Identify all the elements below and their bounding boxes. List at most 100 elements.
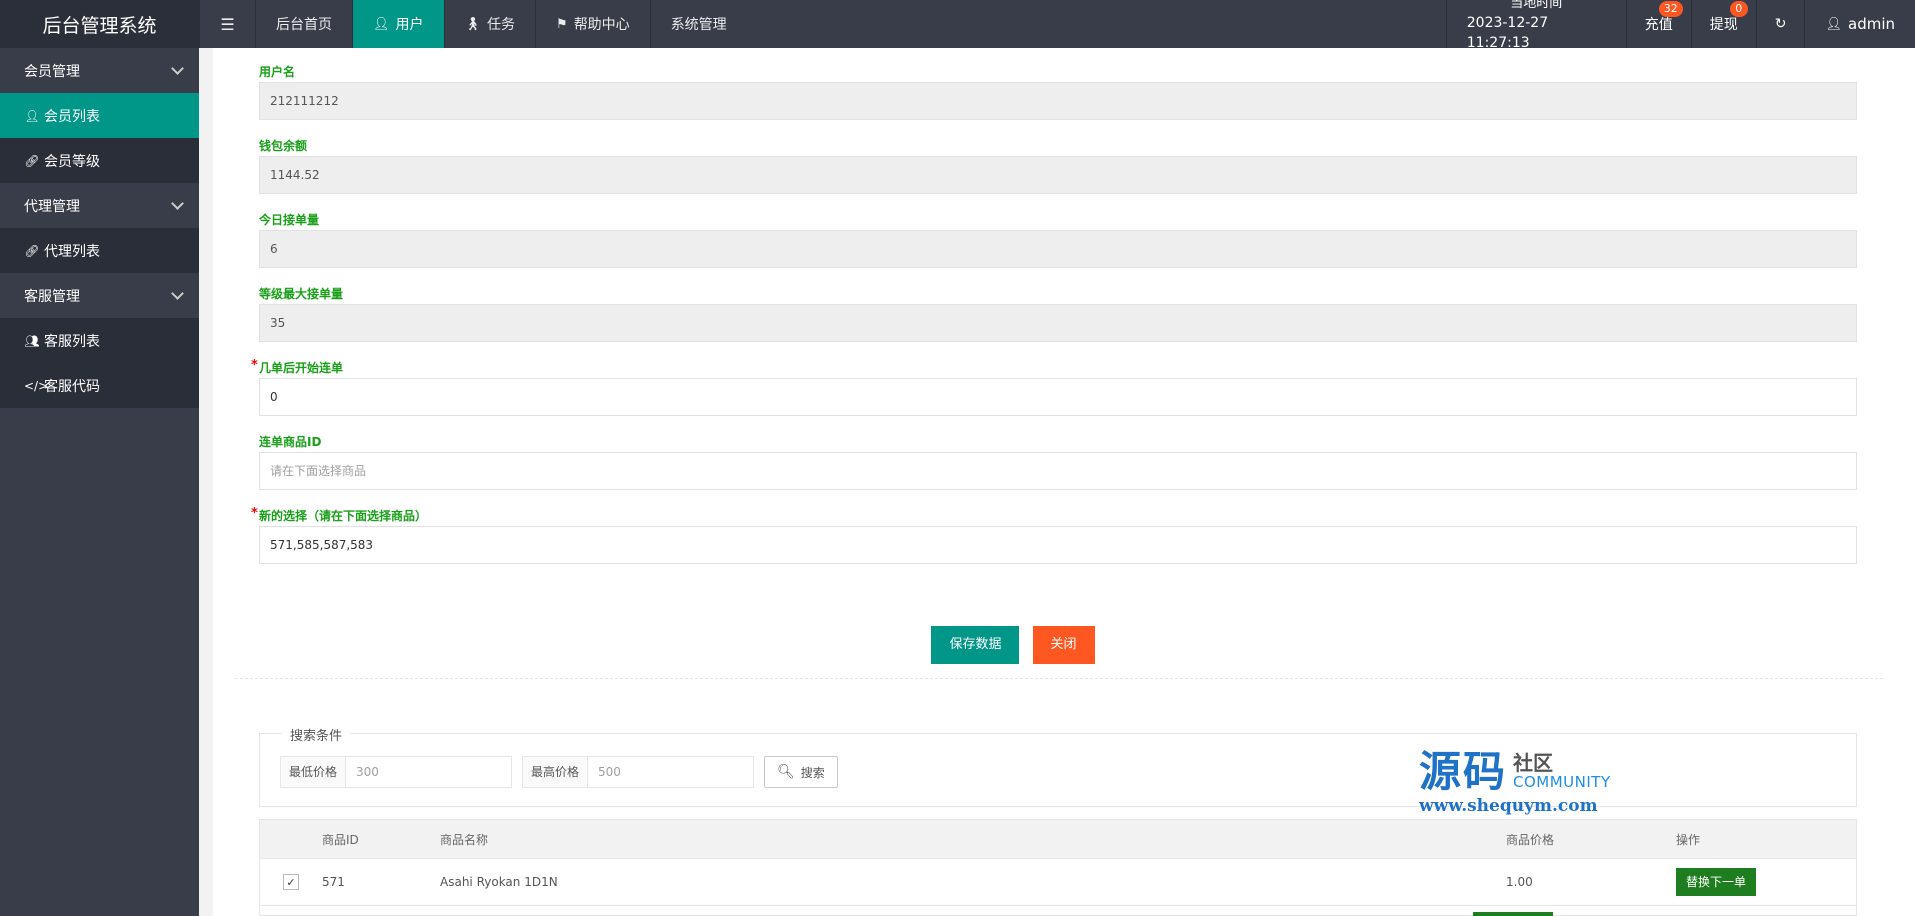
app-title: 后台管理系统 <box>0 0 199 48</box>
replace-next-button[interactable] <box>1473 912 1553 916</box>
nav-help[interactable]: ⚑ 帮助中心 <box>535 0 650 48</box>
sidebar-toggle-button[interactable]: ☰ <box>199 0 255 48</box>
today-orders-input[interactable] <box>259 230 1857 268</box>
search-icon: 🔍︎ <box>777 764 795 780</box>
table-row: ✓ 571 Asahi Ryokan 1D1N 1.00 替换下一单 <box>260 858 1856 905</box>
watermark-side: 社区 COMMUNITY <box>1513 752 1611 790</box>
field-start-after: 几单后开始连单 <box>259 358 1859 416</box>
link-icon: 🔗︎ <box>24 153 40 168</box>
max-orders-input[interactable] <box>259 304 1857 342</box>
field-new-choice: 新的选择（请在下面选择商品） <box>259 506 1859 564</box>
sidebar-item-member-level[interactable]: 🔗︎ 会员等级 <box>0 138 199 183</box>
header-price: 商品价格 <box>1506 832 1555 847</box>
search-legend: 搜索条件 <box>282 725 351 744</box>
nav-home[interactable]: 后台首页 <box>255 0 352 48</box>
save-button[interactable]: 保存数据 <box>931 626 1020 664</box>
sidebar-item-label: 会员列表 <box>44 108 100 125</box>
new-choice-input[interactable] <box>259 526 1857 564</box>
sidebar-group-service[interactable]: 客服管理 <box>0 273 199 318</box>
min-price-field: 最低价格 <box>280 756 512 788</box>
user-edit-form: 用户名 钱包余额 今日接单量 等级最大接单量 几单后开始连单 连单商品ID 新的… <box>259 62 1859 580</box>
chevron-down-icon <box>171 62 184 75</box>
watermark-side-cn: 社区 <box>1513 751 1554 775</box>
chevron-down-icon <box>171 197 184 210</box>
field-username: 用户名 <box>259 62 1859 120</box>
local-time-label: 当地时间 <box>1510 0 1563 11</box>
field-today-orders: 今日接单量 <box>259 210 1859 268</box>
field-product-id: 连单商品ID <box>259 432 1859 490</box>
row-id: 571 <box>322 875 345 889</box>
refresh-button[interactable]: ↻ <box>1755 0 1805 48</box>
row-checkbox[interactable]: ✓ <box>283 874 299 890</box>
sidebar-item-label: 客服列表 <box>44 333 100 350</box>
divider <box>235 678 1883 679</box>
nav-system-label: 系统管理 <box>670 17 727 33</box>
product-id-input[interactable] <box>259 452 1857 490</box>
nav-task-label: 任务 <box>487 17 516 33</box>
header-right: 当地时间 2023-12-27 11:27:13 充值 32 提现 0 ↻ 👤︎… <box>1445 0 1915 51</box>
sidebar-group-member[interactable]: 会员管理 <box>0 48 199 93</box>
header-op: 操作 <box>1676 832 1701 847</box>
admin-label: admin <box>1848 15 1895 33</box>
field-label: 连单商品ID <box>259 435 322 449</box>
watermark-side-en: COMMUNITY <box>1513 773 1611 791</box>
username-input[interactable] <box>259 82 1857 120</box>
nav-user[interactable]: 👤︎ 用户 <box>352 0 444 48</box>
max-price-input[interactable] <box>588 757 753 787</box>
nav-home-label: 后台首页 <box>276 17 332 33</box>
search-button[interactable]: 🔍︎ 搜索 <box>764 756 838 788</box>
sidebar-item-service-list[interactable]: 👥︎ 客服列表 <box>0 318 199 363</box>
sidebar-group-label: 代理管理 <box>24 198 80 215</box>
sidebar-group-label: 客服管理 <box>24 288 80 305</box>
watermark-top: 源码 社区 COMMUNITY <box>1419 750 1619 794</box>
sidebar-item-member-list[interactable]: 👤︎ 会员列表 <box>0 93 199 138</box>
top-header: 后台管理系统 ☰ 后台首页 👤︎ 用户 🚶︎ 任务 ⚑ 帮助中心 系统管理 当地… <box>0 0 1915 51</box>
watermark-url: www.shequym.com <box>1419 796 1598 816</box>
search-row: 最低价格 最高价格 🔍︎ 搜索 <box>280 756 838 788</box>
sidebar-group-agent[interactable]: 代理管理 <box>0 183 199 228</box>
user-icon: 👤︎ <box>24 108 40 123</box>
sidebar-group-label: 会员管理 <box>24 63 80 80</box>
local-time: 当地时间 2023-12-27 11:27:13 <box>1445 0 1626 51</box>
recharge-label: 充值 <box>1644 17 1673 33</box>
nav-task[interactable]: 🚶︎ 任务 <box>443 0 536 48</box>
main-content: 用户名 钱包余额 今日接单量 等级最大接单量 几单后开始连单 连单商品ID 新的… <box>213 48 1915 916</box>
link-icon: 🔗︎ <box>24 243 40 258</box>
nav-help-label: 帮助中心 <box>573 17 630 33</box>
refresh-icon: ↻ <box>1774 16 1787 32</box>
flag-icon: ⚑ <box>556 16 568 32</box>
sidebar-item-service-code[interactable]: </> 客服代码 <box>0 363 199 408</box>
row-op: 替换下一单 <box>1676 868 1856 896</box>
menu-icon: ☰ <box>220 14 235 34</box>
recharge-badge: 32 <box>1658 1 1683 17</box>
recharge-button[interactable]: 充值 32 <box>1625 0 1691 48</box>
close-button[interactable]: 关闭 <box>1032 626 1095 664</box>
user-icon: 👤︎ <box>1825 16 1842 32</box>
row-name: Asahi Ryokan 1D1N <box>440 875 558 889</box>
balance-input[interactable] <box>259 156 1857 194</box>
withdraw-badge: 0 <box>1729 1 1748 17</box>
sidebar-item-agent-list[interactable]: 🔗︎ 代理列表 <box>0 228 199 273</box>
local-time-value: 2023-12-27 11:27:13 <box>1466 15 1549 51</box>
field-label: 几单后开始连单 <box>259 358 1859 378</box>
max-price-label: 最高价格 <box>523 757 588 787</box>
admin-menu[interactable]: 👤︎ admin <box>1804 0 1915 48</box>
table-row <box>260 905 1856 916</box>
replace-next-button[interactable]: 替换下一单 <box>1676 868 1757 896</box>
sidebar: 会员管理 👤︎ 会员列表 🔗︎ 会员等级 代理管理 🔗︎ 代理列表 客服管理 👥… <box>0 48 199 916</box>
walk-icon: 🚶︎ <box>464 16 482 32</box>
min-price-input[interactable] <box>346 757 511 787</box>
nav-system[interactable]: 系统管理 <box>649 0 747 48</box>
sidebar-item-label: 代理列表 <box>44 243 100 260</box>
product-table: 商品ID 商品名称 商品价格 操作 ✓ 571 Asahi Ryokan 1D1… <box>259 819 1857 916</box>
watermark-logo: 源码 社区 COMMUNITY www.shequym.com <box>1419 750 1619 830</box>
users-icon: 👥︎ <box>24 333 40 348</box>
table-header: 商品ID 商品名称 商品价格 操作 <box>260 820 1856 858</box>
field-label: 等级最大接单量 <box>259 287 344 301</box>
field-label: 用户名 <box>259 65 296 79</box>
header-nav: ☰ 后台首页 👤︎ 用户 🚶︎ 任务 ⚑ 帮助中心 系统管理 <box>199 0 747 48</box>
start-after-input[interactable] <box>259 378 1857 416</box>
user-icon: 👤︎ <box>373 16 390 32</box>
withdraw-button[interactable]: 提现 0 <box>1690 0 1756 48</box>
chevron-down-icon <box>171 287 184 300</box>
